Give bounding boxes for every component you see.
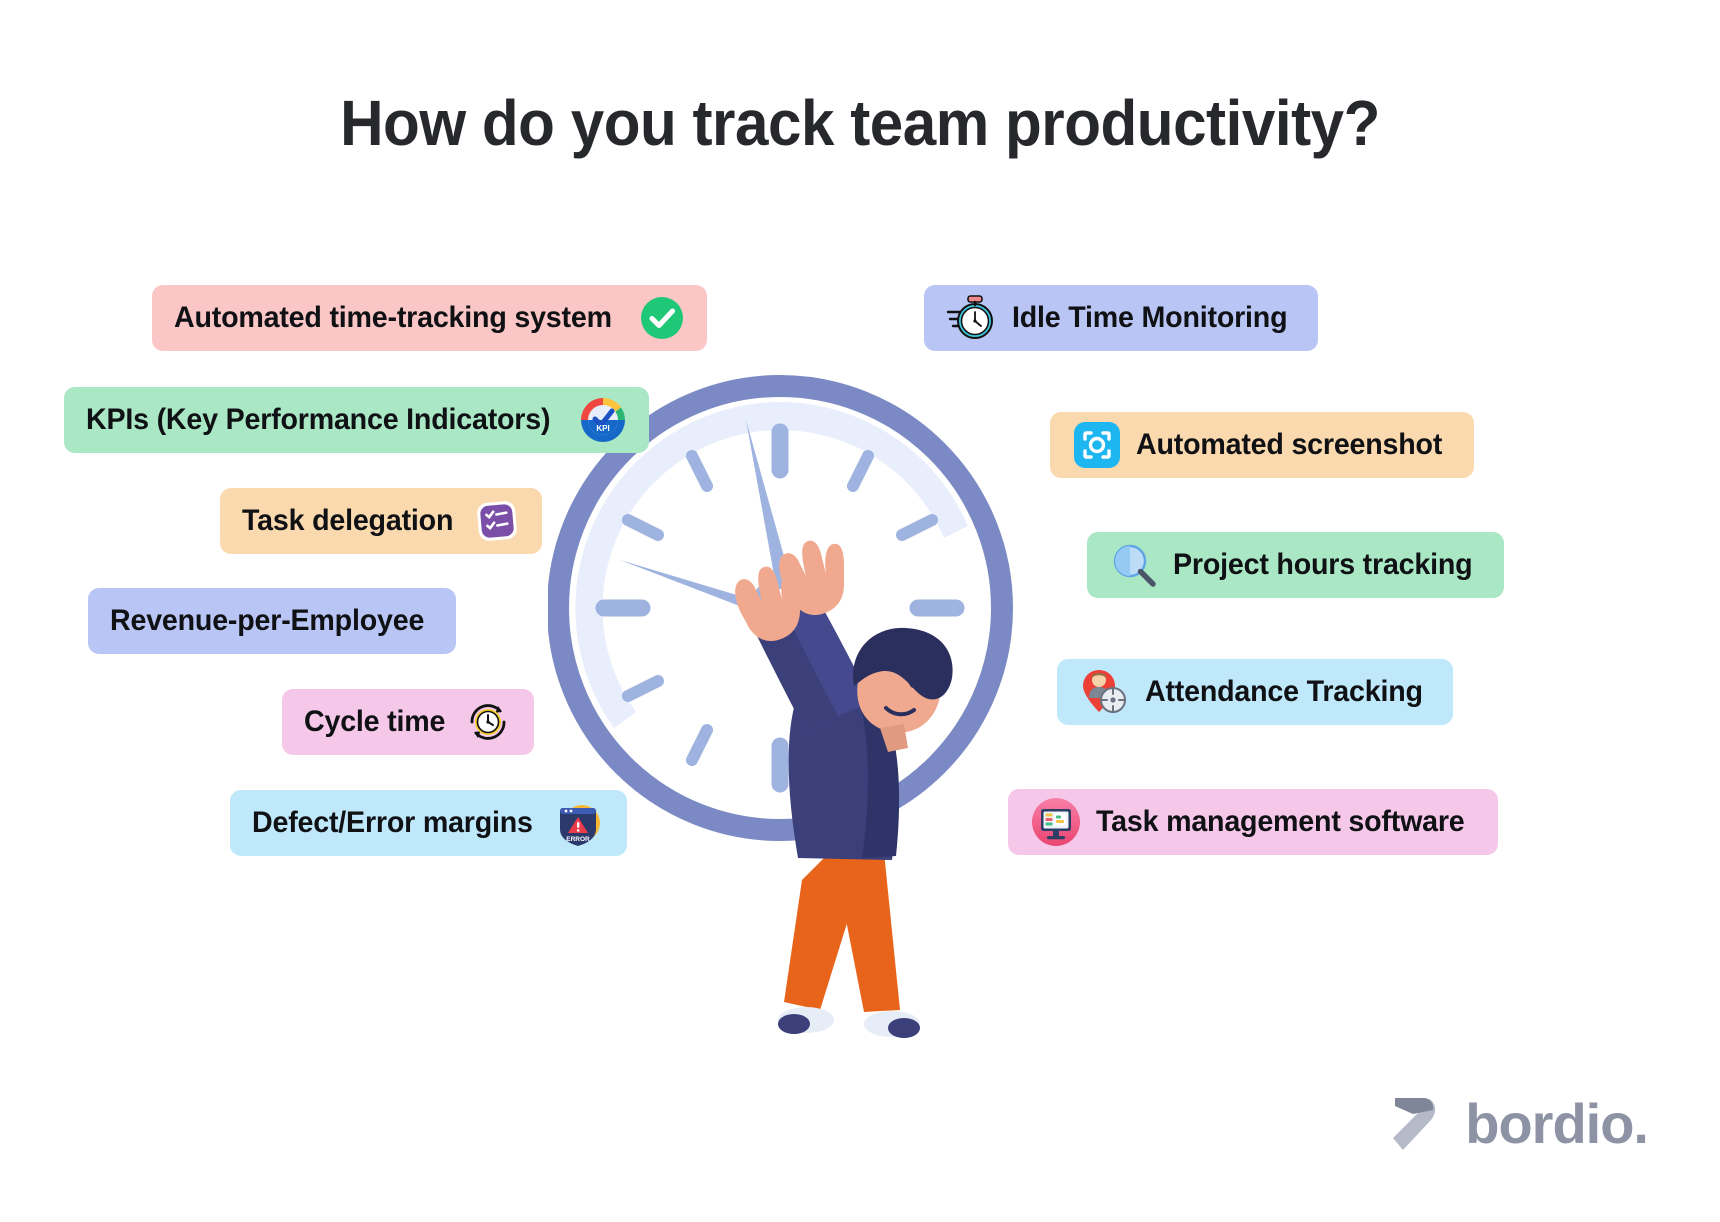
person-pin-target-icon bbox=[1083, 670, 1126, 713]
purple-checklist-icon bbox=[477, 501, 517, 541]
option-project-hours-tracking[interactable]: Project hours tracking bbox=[1087, 532, 1504, 598]
svg-text:ERROR: ERROR bbox=[567, 836, 591, 843]
option-label: Automated screenshot bbox=[1136, 428, 1443, 461]
camera-focus-icon bbox=[1074, 422, 1120, 468]
option-label: Task delegation bbox=[242, 504, 454, 537]
bordio-wordmark: bordio. bbox=[1465, 1092, 1649, 1155]
magnifying-glass-icon bbox=[1113, 544, 1156, 587]
option-revenue-per-employee[interactable]: Revenue-per-Employee bbox=[88, 588, 456, 654]
man-holding-giant-clock-illustration bbox=[548, 375, 1013, 1038]
option-task-delegation[interactable]: Task delegation bbox=[220, 488, 542, 554]
error-warning-icon: ERROR bbox=[560, 805, 601, 846]
option-kpis[interactable]: KPIs (Key Performance Indicators) KPI bbox=[64, 387, 649, 453]
option-cycle-time[interactable]: Cycle time bbox=[282, 689, 534, 755]
kpi-gauge-icon: KPI bbox=[580, 398, 625, 442]
option-label: Revenue-per-Employee bbox=[110, 604, 425, 637]
option-automated-time-tracking-system[interactable]: Automated time-tracking system bbox=[152, 285, 708, 351]
option-label: KPIs (Key Performance Indicators) bbox=[86, 403, 551, 436]
stopwatch-speed-icon bbox=[946, 295, 993, 339]
option-idle-time-monitoring[interactable]: Idle Time Monitoring bbox=[924, 285, 1318, 351]
option-label: Task management software bbox=[1096, 805, 1465, 838]
option-label: Defect/Error margins bbox=[252, 806, 533, 839]
option-label: Cycle time bbox=[304, 705, 446, 738]
option-task-management-software[interactable]: Task management software bbox=[1008, 789, 1498, 855]
green-check-circle-icon bbox=[641, 297, 684, 339]
option-label: Attendance Tracking bbox=[1145, 675, 1423, 708]
kanban-monitor-icon bbox=[1032, 798, 1080, 846]
option-defect-error-margins[interactable]: Defect/Error margins ERROR bbox=[230, 790, 628, 856]
option-automated-screenshot[interactable]: Automated screenshot bbox=[1050, 412, 1474, 478]
page-title: How do you track team productivity? bbox=[340, 87, 1380, 159]
infographic-canvas: How do you track team productivity? Auto… bbox=[0, 0, 1720, 1222]
option-label: Idle Time Monitoring bbox=[1012, 301, 1288, 334]
bordio-logo[interactable]: bordio. bbox=[1389, 1092, 1649, 1155]
svg-text:KPI: KPI bbox=[596, 424, 609, 433]
cycle-clock-arrows-icon bbox=[470, 704, 505, 740]
bordio-arrow-logo-icon bbox=[1393, 1098, 1436, 1150]
option-label: Project hours tracking bbox=[1173, 548, 1473, 581]
option-attendance-tracking[interactable]: Attendance Tracking bbox=[1057, 659, 1454, 725]
option-label: Automated time-tracking system bbox=[174, 301, 612, 334]
